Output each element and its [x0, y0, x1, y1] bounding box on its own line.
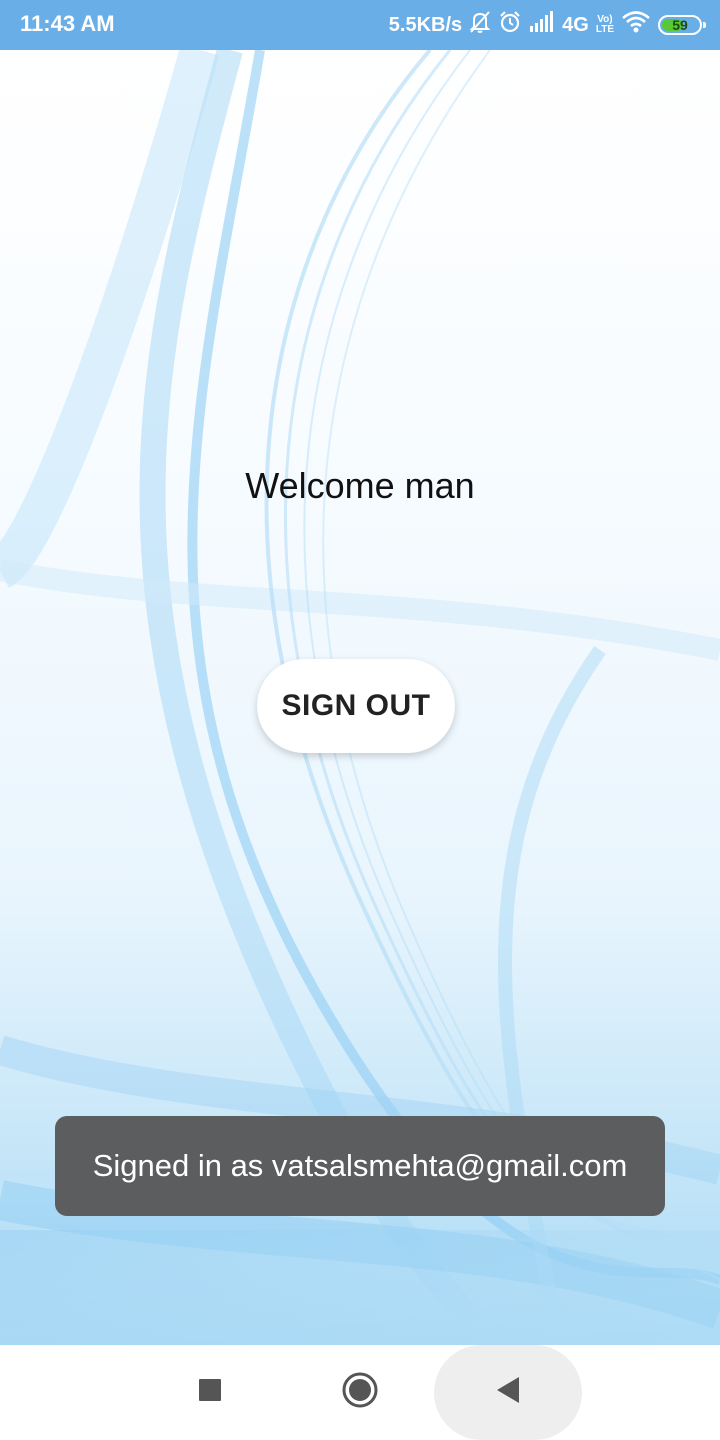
back-button[interactable]	[434, 1345, 582, 1440]
network-type: 4G	[562, 13, 589, 36]
battery-level: 59	[672, 17, 688, 33]
recents-button[interactable]	[170, 1355, 250, 1430]
mute-bell-icon	[469, 10, 491, 40]
sign-out-button[interactable]: SIGN OUT	[257, 659, 455, 753]
status-icons: 5.5KB/s 4G Vo) LTE 59	[388, 9, 706, 41]
signed-in-toast: Signed in as vatsalsmehta@gmail.com	[55, 1116, 665, 1216]
battery-tip	[703, 22, 706, 28]
home-circle-icon	[341, 1371, 379, 1414]
status-bar: 11:43 AM 5.5KB/s 4G Vo) LTE 59	[0, 0, 720, 50]
back-triangle-icon	[495, 1376, 521, 1409]
battery-icon: 59	[658, 15, 706, 35]
home-button[interactable]	[320, 1355, 400, 1430]
welcome-text: Welcome man	[245, 465, 475, 506]
navigation-bar	[0, 1345, 720, 1440]
wifi-icon	[621, 10, 651, 40]
volte-indicator: Vo) LTE	[596, 15, 614, 35]
signal-icon	[529, 11, 555, 39]
volte-bottom-text: LTE	[595, 24, 614, 35]
recents-square-icon	[198, 1378, 222, 1407]
toast-message: Signed in as vatsalsmehta@gmail.com	[92, 1148, 628, 1183]
network-speed: 5.5KB/s	[388, 13, 463, 36]
app-screen: 11:43 AM 5.5KB/s 4G Vo) LTE 59 Welcome m…	[0, 0, 720, 1440]
alarm-icon	[498, 10, 522, 40]
status-time: 11:43 AM	[20, 11, 115, 36]
